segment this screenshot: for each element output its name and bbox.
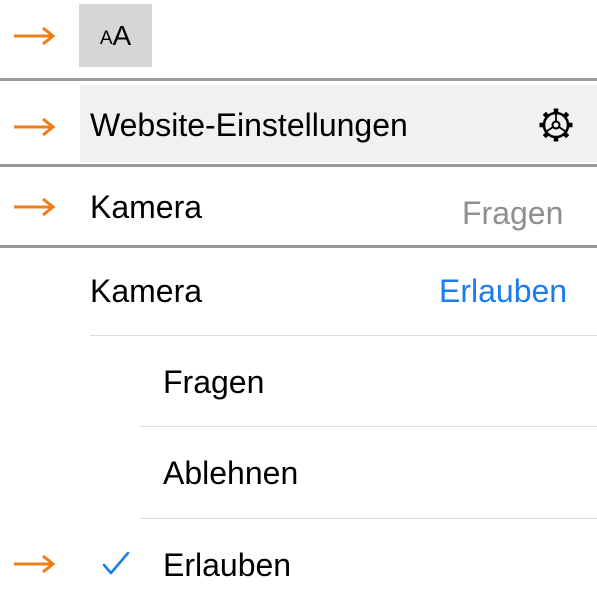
camera-permission-row[interactable]: Kamera Fragen	[80, 168, 597, 244]
website-settings-label: Website-Einstellungen	[90, 107, 408, 143]
website-settings-menu-item[interactable]: Website-Einstellungen	[80, 85, 597, 162]
section-divider	[0, 245, 597, 248]
pointer-arrow-icon	[14, 555, 58, 573]
text-size-large-letter: A	[112, 19, 132, 51]
pointer-arrow-icon	[14, 198, 58, 216]
camera-setting-current-value: Erlauben	[439, 273, 568, 309]
camera-permission-value: Fragen	[462, 195, 564, 231]
pointer-arrow-icon	[14, 27, 58, 45]
text-size-button[interactable]: A A	[79, 4, 152, 67]
option-deny[interactable]: Ablehnen	[140, 427, 597, 517]
option-allow-label: Erlauben	[163, 547, 292, 583]
pointer-arrow-icon	[14, 118, 58, 136]
option-ask-label: Fragen	[163, 364, 265, 400]
checkmark-icon	[100, 549, 134, 579]
gear-icon	[537, 106, 575, 144]
section-divider	[0, 78, 597, 81]
option-allow[interactable]: Erlauben	[80, 519, 597, 609]
option-ask[interactable]: Fragen	[140, 336, 597, 425]
camera-permission-label: Kamera	[90, 189, 203, 225]
section-divider	[0, 164, 597, 167]
camera-setting-label: Kamera	[90, 273, 203, 309]
option-deny-label: Ablehnen	[163, 455, 299, 491]
text-size-small-letter: A	[99, 28, 113, 49]
